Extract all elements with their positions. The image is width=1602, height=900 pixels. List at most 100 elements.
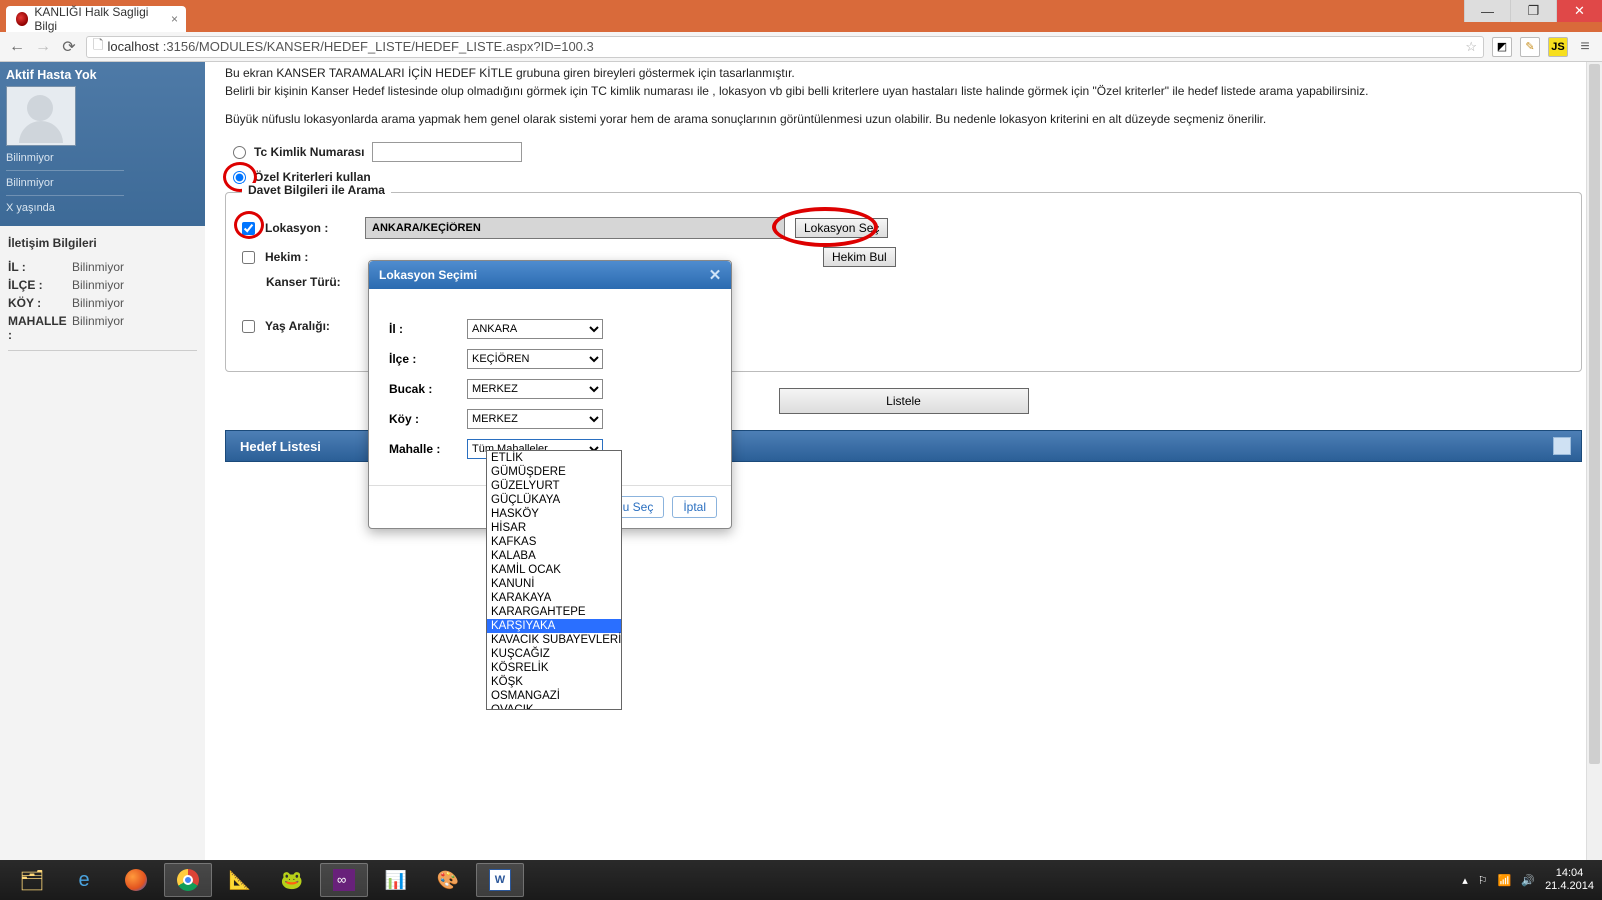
tab-close-icon[interactable]: ×	[171, 12, 178, 26]
taskbar[interactable]: 🗂 e 📐 🐸 ∞ 📊 🎨 W ▴ ⚐ 📶 🔊 14:04 21.4.2014	[0, 860, 1602, 900]
contact-key: KÖY :	[8, 296, 72, 310]
contact-key: İLÇE :	[8, 278, 72, 292]
checkbox-yas[interactable]	[242, 320, 255, 333]
select-koy[interactable]: MERKEZ	[467, 409, 603, 429]
contact-key: İL :	[8, 260, 72, 274]
label-lokasyon: Lokasyon :	[265, 221, 355, 235]
ext-pencil-icon[interactable]: ✎	[1520, 37, 1540, 57]
window-close-button[interactable]: ✕	[1556, 0, 1602, 22]
tray-flag-icon[interactable]: ⚐	[1478, 874, 1488, 887]
hekim-bul-button[interactable]: Hekim Bul	[823, 247, 896, 267]
dropdown-option[interactable]: KARARGAHTEPE	[487, 605, 621, 619]
tab-title: KANLIĞI Halk Sagligi Bilgi	[34, 5, 158, 33]
label-yas: Yaş Aralığı:	[265, 319, 355, 333]
dropdown-option[interactable]: HASKÖY	[487, 507, 621, 521]
dropdown-option[interactable]: GÜMÜŞDERE	[487, 465, 621, 479]
band-note-icon[interactable]	[1553, 437, 1571, 455]
forward-icon[interactable]: →	[34, 38, 52, 56]
taskbar-paint-icon[interactable]: 🎨	[424, 863, 472, 897]
dropdown-option[interactable]: KAMİL OCAK	[487, 563, 621, 577]
ext-devtools-icon[interactable]: ◩	[1492, 37, 1512, 57]
ext-js-icon[interactable]: JS	[1548, 37, 1568, 57]
label-bucak: Bucak :	[389, 382, 467, 396]
taskbar-app1-icon[interactable]: 📐	[216, 863, 264, 897]
tray-date: 21.4.2014	[1545, 880, 1594, 893]
tray-time: 14:04	[1545, 867, 1594, 880]
tray-volume-icon[interactable]: 🔊	[1521, 874, 1535, 887]
dialog-cancel-button[interactable]: İptal	[672, 496, 717, 518]
reload-icon[interactable]: ⟳	[60, 37, 78, 57]
dropdown-option[interactable]: OVACIK	[487, 703, 621, 709]
dialog-title-bar[interactable]: Lokasyon Seçimi ✕	[369, 261, 731, 289]
dropdown-option[interactable]: KAFKAS	[487, 535, 621, 549]
select-il[interactable]: ANKARA	[467, 319, 603, 339]
fieldset-legend: Davet Bilgileri ile Arama	[242, 183, 391, 197]
bookmark-star-icon[interactable]: ☆	[1465, 39, 1477, 55]
radio-tc[interactable]	[233, 146, 246, 159]
dropdown-option[interactable]: KAVACIK SUBAYEVLERİ	[487, 633, 621, 647]
contact-heading: İletişim Bilgileri	[8, 236, 197, 250]
url-path: :3156/MODULES/KANSER/HEDEF_LISTE/HEDEF_L…	[163, 39, 594, 54]
scrollbar-thumb[interactable]	[1589, 64, 1600, 764]
dropdown-option[interactable]: KARŞIYAKA	[487, 619, 621, 633]
window-maximize-button[interactable]: ❐	[1510, 0, 1556, 22]
intro-text-3: Büyük nüfuslu lokasyonlarda arama yapmak…	[225, 112, 1582, 126]
lokasyon-input[interactable]	[365, 217, 785, 239]
annotation-circle-2	[234, 211, 264, 239]
dropdown-option[interactable]: KALABA	[487, 549, 621, 563]
window-minimize-button[interactable]: —	[1464, 0, 1510, 22]
dropdown-option[interactable]: ETLİK	[487, 451, 621, 465]
system-tray[interactable]: ▴ ⚐ 📶 🔊 14:04 21.4.2014	[1462, 867, 1594, 893]
label-koy: Köy :	[389, 412, 467, 426]
dropdown-option[interactable]: OSMANGAZİ	[487, 689, 621, 703]
browser-tab[interactable]: KANLIĞI Halk Sagligi Bilgi ×	[6, 6, 186, 32]
page-icon: 🗋	[93, 36, 103, 58]
url-host: localhost	[107, 39, 158, 54]
dropdown-option[interactable]: HİSAR	[487, 521, 621, 535]
dropdown-option[interactable]: KANUNİ	[487, 577, 621, 591]
dropdown-option[interactable]: GÜÇLÜKAYA	[487, 493, 621, 507]
dropdown-option[interactable]: KUŞCAĞIZ	[487, 647, 621, 661]
dropdown-option[interactable]: KARAKAYA	[487, 591, 621, 605]
browser-navbar: ← → ⟳ 🗋 localhost :3156/MODULES/KANSER/HE…	[0, 32, 1602, 62]
contact-key: MAHALLE :	[8, 314, 72, 342]
contact-val: Bilinmiyor	[72, 296, 124, 310]
chrome-menu-icon[interactable]: ≡	[1576, 38, 1594, 56]
annotation-ellipse	[772, 207, 878, 247]
taskbar-explorer-icon[interactable]: 🗂	[8, 863, 56, 897]
taskbar-word-icon[interactable]: W	[476, 863, 524, 897]
taskbar-firefox-icon[interactable]	[112, 863, 160, 897]
tray-clock[interactable]: 14:04 21.4.2014	[1545, 867, 1594, 893]
patient-meta-1: Bilinmiyor	[6, 146, 124, 170]
dropdown-option[interactable]: KÖŞK	[487, 675, 621, 689]
contact-info: İletişim Bilgileri İL :Bilinmiyor İLÇE :…	[0, 226, 205, 361]
taskbar-chrome-icon[interactable]	[164, 863, 212, 897]
taskbar-app3-icon[interactable]: 📊	[372, 863, 420, 897]
mahalle-dropdown-list[interactable]: ETLİKGÜMÜŞDEREGÜZELYURTGÜÇLÜKAYAHASKÖYHİ…	[486, 450, 622, 710]
avatar-icon	[6, 86, 76, 146]
tray-up-icon[interactable]: ▴	[1462, 874, 1468, 887]
tc-input[interactable]	[372, 142, 522, 162]
taskbar-app2-icon[interactable]: 🐸	[268, 863, 316, 897]
band-title: Hedef Listesi	[240, 439, 321, 454]
select-ilce[interactable]: KEÇİÖREN	[467, 349, 603, 369]
select-bucak[interactable]: MERKEZ	[467, 379, 603, 399]
page-scrollbar[interactable]	[1586, 62, 1602, 860]
dropdown-option[interactable]: KÖSRELİK	[487, 661, 621, 675]
label-mahalle: Mahalle :	[389, 442, 467, 456]
dialog-close-icon[interactable]: ✕	[707, 266, 723, 282]
tray-network-icon[interactable]: 📶	[1498, 874, 1512, 887]
listele-button[interactable]: Listele	[779, 388, 1029, 414]
label-il: İl :	[389, 322, 467, 336]
taskbar-visualstudio-icon[interactable]: ∞	[320, 863, 368, 897]
patient-meta-2: Bilinmiyor	[6, 170, 124, 195]
intro-text-1: Bu ekran KANSER TARAMALARI İÇİN HEDEF Kİ…	[225, 66, 1582, 80]
contact-val: Bilinmiyor	[72, 260, 124, 274]
checkbox-hekim[interactable]	[242, 251, 255, 264]
patient-title: Aktif Hasta Yok	[6, 68, 199, 82]
taskbar-ie-icon[interactable]: e	[60, 863, 108, 897]
back-icon[interactable]: ←	[8, 38, 26, 56]
address-bar[interactable]: 🗋 localhost :3156/MODULES/KANSER/HEDEF_LI…	[86, 36, 1484, 58]
contact-val: Bilinmiyor	[72, 278, 124, 292]
dropdown-option[interactable]: GÜZELYURT	[487, 479, 621, 493]
